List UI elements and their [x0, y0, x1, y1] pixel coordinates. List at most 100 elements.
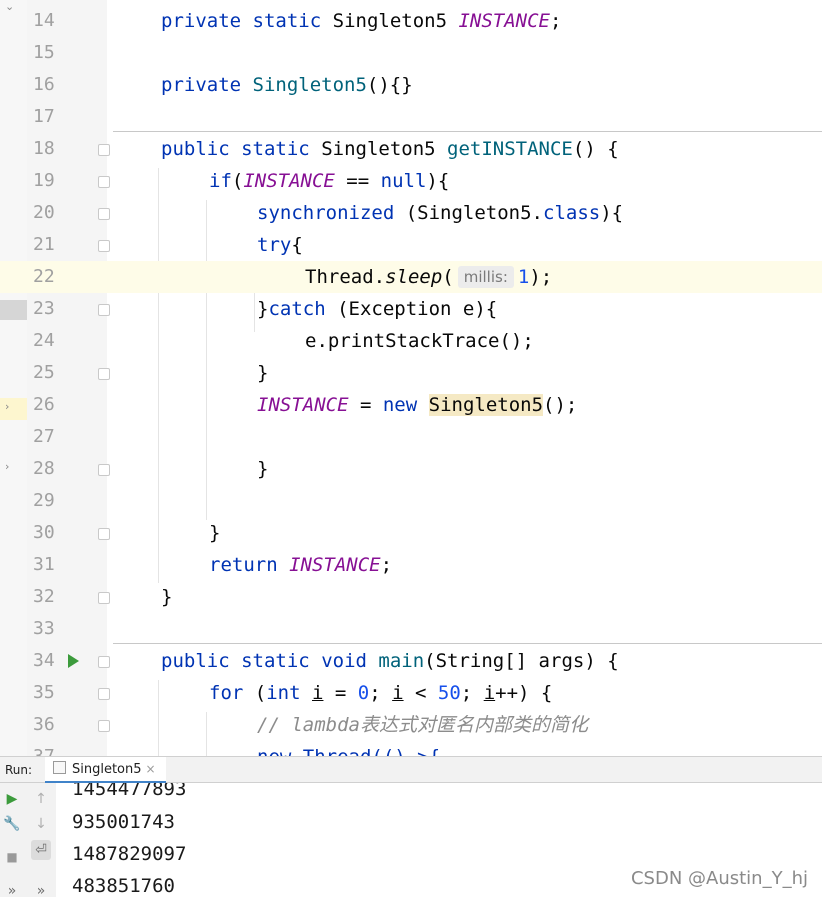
code-line: 34 public static void main(String[] args…	[0, 645, 822, 677]
rerun-icon[interactable]: ▶	[2, 789, 22, 809]
more-icon[interactable]: »	[2, 881, 22, 901]
code-line: 33	[0, 613, 822, 645]
fold-marker-icon[interactable]	[98, 528, 110, 540]
fold-marker-icon[interactable]	[98, 208, 110, 220]
fold-marker-icon[interactable]	[98, 656, 110, 668]
output-line: 483851760	[72, 875, 175, 897]
line-number: 22	[33, 266, 55, 287]
parameter-hint: millis:	[457, 266, 514, 288]
stop-icon[interactable]: ■	[2, 847, 22, 867]
fold-marker-icon[interactable]	[98, 464, 110, 476]
code-line: 35 for (int i = 0; i < 50; i++) {	[0, 677, 822, 709]
code-line: 19 if(INSTANCE == null){	[0, 165, 822, 197]
code-line: 15	[0, 37, 822, 69]
close-icon[interactable]: ×	[146, 762, 156, 776]
run-gutter-icon[interactable]	[68, 654, 79, 668]
soft-wrap-icon[interactable]: ⏎	[31, 840, 51, 860]
line-number: 14	[33, 10, 55, 31]
output-line: 1454477893	[72, 783, 187, 800]
code-line: 24 e.printStackTrace();	[0, 325, 822, 357]
arrow-down-icon[interactable]: ↓	[31, 814, 51, 834]
output-line: 1487829097	[72, 843, 187, 865]
arrow-up-icon[interactable]: ↑	[31, 789, 51, 809]
line-number: 18	[33, 138, 55, 159]
line-number: 35	[33, 682, 55, 703]
code-text[interactable]: }	[161, 581, 172, 613]
code-text[interactable]: try{	[257, 229, 303, 261]
line-number: 36	[33, 714, 55, 735]
run-tab-label: Singleton5	[72, 762, 142, 777]
code-line: 26 INSTANCE = new Singleton5();	[0, 389, 822, 421]
code-line: 28 }	[0, 453, 822, 485]
file-icon	[53, 761, 66, 774]
line-number: 33	[33, 618, 55, 639]
line-number: 23	[33, 298, 55, 319]
highlighted-usage: Singleton5	[428, 394, 544, 416]
wrench-icon[interactable]: 🔧	[2, 814, 22, 834]
code-line-current: 22 Thread.sleep(millis: 1);	[0, 261, 822, 293]
line-number: 34	[33, 650, 55, 671]
fold-marker-icon[interactable]	[98, 688, 110, 700]
fold-marker-icon[interactable]	[98, 592, 110, 604]
line-number: 20	[33, 202, 55, 223]
code-text[interactable]: synchronized (Singleton5.class){	[257, 197, 623, 229]
run-tab-singleton5[interactable]: Singleton5 ×	[45, 757, 166, 783]
code-text[interactable]: for (int i = 0; i < 50; i++) {	[209, 677, 552, 709]
fold-marker-icon[interactable]	[98, 176, 110, 188]
code-line: 29	[0, 485, 822, 517]
line-number: 29	[33, 490, 55, 511]
line-number: 16	[33, 74, 55, 95]
code-text[interactable]: }	[209, 517, 220, 549]
output-line: 935001743	[72, 811, 175, 833]
more-icon[interactable]: »	[31, 881, 51, 901]
watermark: CSDN @Austin_Y_hj	[630, 868, 808, 889]
line-number: 25	[33, 362, 55, 383]
code-text[interactable]: private Singleton5(){}	[161, 69, 413, 101]
code-line: 14 private static Singleton5 INSTANCE;	[0, 5, 822, 37]
console-toolbar: ▶ 🔧 ■ » ↑ ↓ ⏎ »	[0, 783, 57, 899]
code-line: 25 }	[0, 357, 822, 389]
line-number: 19	[33, 170, 55, 191]
code-line: 27	[0, 421, 822, 453]
fold-marker-icon[interactable]	[98, 368, 110, 380]
code-text[interactable]: }	[257, 357, 268, 389]
code-text[interactable]: public static Singleton5 getINSTANCE() {	[161, 133, 619, 165]
code-line: 32 }	[0, 581, 822, 613]
line-number: 17	[33, 106, 55, 127]
code-text[interactable]: public static void main(String[] args) {	[161, 645, 619, 677]
code-line: 23 }catch (Exception e){	[0, 293, 822, 325]
fold-marker-icon[interactable]	[98, 144, 110, 156]
code-text[interactable]: }catch (Exception e){	[257, 293, 497, 325]
line-number: 37	[33, 741, 63, 756]
code-line: 17	[0, 101, 822, 133]
code-line: 36 // lambda表达式对匿名内部类的简化	[0, 709, 822, 741]
code-line: 30 }	[0, 517, 822, 549]
code-text[interactable]: }	[257, 453, 268, 485]
code-line: 31 return INSTANCE;	[0, 549, 822, 581]
line-number: 27	[33, 426, 55, 447]
fold-marker-icon[interactable]	[98, 240, 110, 252]
code-line: 18 public static Singleton5 getINSTANCE(…	[0, 133, 822, 165]
line-number: 32	[33, 586, 55, 607]
run-label: Run:	[5, 763, 33, 777]
line-number: 21	[33, 234, 55, 255]
code-text[interactable]: e.printStackTrace();	[305, 325, 534, 357]
line-number: 26	[33, 394, 55, 415]
code-text[interactable]: Thread.sleep(millis: 1);	[305, 261, 552, 293]
code-text[interactable]: if(INSTANCE == null){	[209, 165, 449, 197]
code-text[interactable]: private static Singleton5 INSTANCE;	[161, 5, 561, 37]
code-line: 21 try{	[0, 229, 822, 261]
code-text[interactable]: return INSTANCE;	[209, 549, 392, 581]
run-panel-header: Run: Singleton5 ×	[0, 756, 822, 783]
code-comment[interactable]: // lambda表达式对匿名内部类的简化	[257, 709, 588, 741]
code-line: 37 new Thread(()->{	[0, 741, 822, 756]
code-line: 20 synchronized (Singleton5.class){	[0, 197, 822, 229]
code-text[interactable]: new Thread(()->{	[257, 741, 440, 756]
line-number: 28	[33, 458, 55, 479]
line-number: 31	[33, 554, 55, 575]
line-number: 24	[33, 330, 55, 351]
fold-marker-icon[interactable]	[98, 304, 110, 316]
line-number: 15	[33, 42, 55, 63]
fold-marker-icon[interactable]	[98, 720, 110, 732]
code-text[interactable]: INSTANCE = new Singleton5();	[257, 389, 577, 421]
